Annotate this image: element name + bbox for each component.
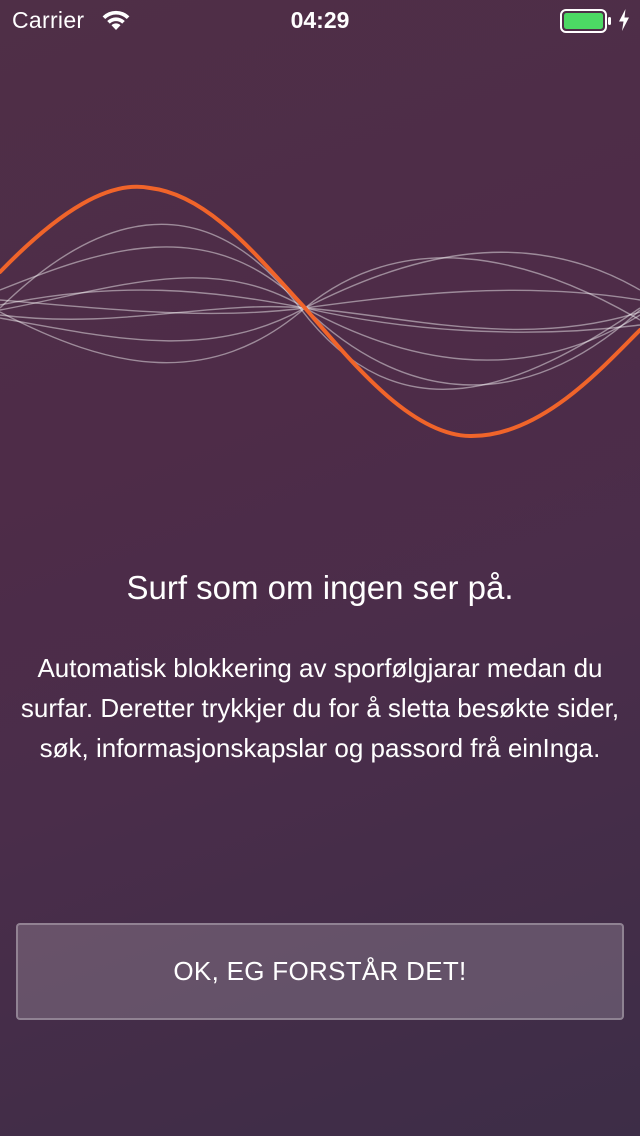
onboarding-description: Automatisk blokkering av sporfølgjarar m… [20,653,620,763]
onboarding-headline: Surf som om ingen ser på. [126,569,514,606]
battery-icon [560,9,611,33]
background-wave [0,257,640,364]
charging-bolt-icon [619,9,629,31]
background-wave [0,223,640,390]
onboarding-screen: Carrier 04:29 Surf som om ingen ser på. … [0,0,640,1136]
wave-illustration [0,184,640,439]
status-time: 04:29 [290,7,350,33]
confirm-button[interactable]: OK, EG FORSTÅR DET! [16,923,624,1020]
status-bar: Carrier 04:29 [0,0,640,40]
